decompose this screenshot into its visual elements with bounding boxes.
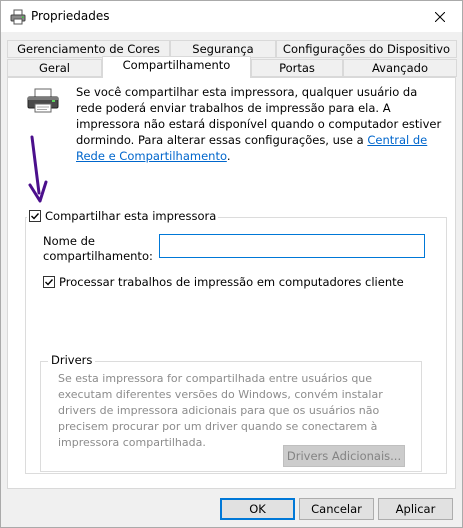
tab-label: Geral [39, 61, 70, 75]
sharing-panel: Se você compartilhar esta impressora, qu… [7, 77, 456, 489]
checkbox-checked[interactable] [43, 276, 55, 288]
close-button[interactable] [417, 1, 462, 32]
share-name-input[interactable] [159, 234, 425, 258]
tab-label: Segurança [192, 42, 254, 56]
checkmark-icon [31, 213, 40, 220]
tab-label: Configurações do Dispositivo [282, 42, 451, 56]
drivers-description: Se esta impressora for compartilhada ent… [58, 372, 383, 449]
tab-label: Avançado [371, 61, 429, 75]
printer-icon [27, 88, 59, 113]
share-printer-checkbox[interactable]: Compartilhar esta impressora [27, 208, 219, 224]
render-jobs-label: Processar trabalhos de impressão em comp… [59, 275, 404, 289]
render-jobs-checkbox[interactable]: Processar trabalhos de impressão em comp… [43, 275, 404, 289]
title-bar[interactable]: Propriedades [1, 1, 462, 32]
tab-label: Portas [279, 61, 315, 75]
share-name-label: Nome de compartilhamento: [43, 234, 153, 263]
apply-button[interactable]: Aplicar [378, 498, 453, 520]
ok-button[interactable]: OK [220, 498, 295, 520]
close-icon [434, 11, 445, 22]
additional-drivers-button[interactable]: Drivers Adicionais... [283, 445, 405, 467]
tab-advanced[interactable]: Avançado [343, 59, 457, 77]
window-title: Propriedades [31, 9, 110, 23]
tab-ports[interactable]: Portas [251, 59, 343, 77]
tab-device-settings[interactable]: Configurações do Dispositivo [276, 40, 457, 58]
share-printer-label: Compartilhar esta impressora [45, 209, 217, 223]
tab-sharing[interactable]: Compartilhamento [102, 56, 251, 78]
tab-general[interactable]: Geral [7, 59, 102, 77]
checkbox-checked[interactable] [29, 210, 41, 222]
checkmark-icon [45, 279, 54, 286]
printer-icon [10, 9, 26, 25]
properties-window: Propriedades Gerenciamento de Cores Segu… [0, 0, 463, 528]
arrow-down-icon [28, 135, 48, 203]
drivers-group-label: Drivers [48, 353, 96, 367]
description-end: . [226, 149, 231, 163]
tab-label: Compartilhamento [122, 58, 231, 72]
cancel-button[interactable]: Cancelar [299, 498, 374, 520]
sharing-description: Se você compartilhar esta impressora, qu… [76, 84, 446, 164]
tab-label: Gerenciamento de Cores [17, 42, 160, 56]
